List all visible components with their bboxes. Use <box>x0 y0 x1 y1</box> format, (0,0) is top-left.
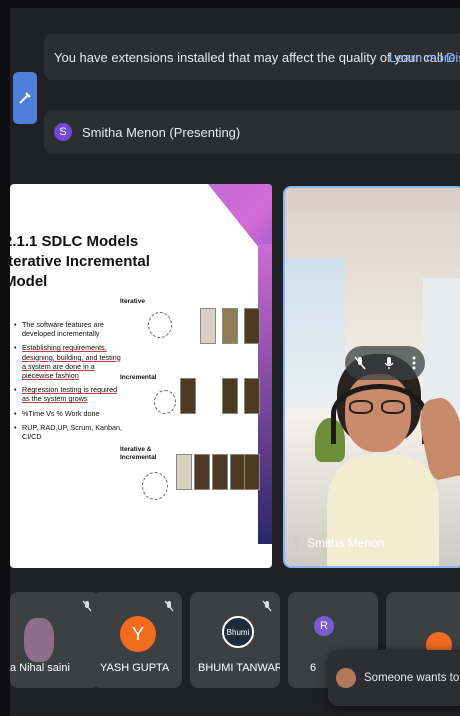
slide-bullet: The software features are developed incr… <box>14 320 124 338</box>
mona-lisa-thumb <box>244 378 260 414</box>
participant-tile[interactable]: Y YASH GUPTA <box>92 592 182 688</box>
sketch-figure <box>154 390 176 414</box>
slide-title: 2.1.1 SDLC Models Iterative Incremental … <box>10 233 150 290</box>
presenter-label: Smitha Menon (Presenting) <box>82 124 241 140</box>
presenter-video-tile[interactable]: Smitha Menon <box>283 186 460 568</box>
extensions-banner: You have extensions installed that may a… <box>44 34 460 80</box>
slide-bullet: %Time Vs % Work done <box>14 409 124 418</box>
participant-initial: Y <box>131 623 144 644</box>
mona-lisa-thumb <box>222 378 238 414</box>
mona-lisa-thumb <box>180 378 196 414</box>
presenter-avatar: S <box>54 123 72 141</box>
participant-tile[interactable]: a Nihal saini <box>10 592 100 688</box>
row-label: Iterative & Incremental <box>120 446 157 461</box>
sketch-figure <box>142 472 168 500</box>
slide-decoration-band <box>258 244 272 544</box>
requester-avatar <box>336 668 356 688</box>
participant-name: YASH GUPTA <box>100 662 170 674</box>
slide-bullet: RUP, RAD,UP, Scrum, Kanban, CI/CD <box>14 423 124 441</box>
join-request-toast[interactable]: Someone wants to join this <box>328 650 460 706</box>
participant-name: a Nihal saini <box>10 662 70 674</box>
participant-name: BHUMI TANWAR <box>198 662 280 674</box>
row-label: Incremental <box>120 374 157 381</box>
slide-bullet: Regression testing is required as the sy… <box>14 385 124 403</box>
slide-diagram: Iterative Incremental Iterative & Increm… <box>120 294 260 524</box>
mona-lisa-thumb <box>244 454 260 490</box>
more-vert-icon[interactable] <box>412 356 416 370</box>
join-request-text: Someone wants to join this <box>364 672 460 684</box>
video-name: Smitha Menon <box>307 536 385 550</box>
slide-bullets: The software features are developed incr… <box>14 320 124 446</box>
sketch-figure <box>148 312 172 338</box>
mic-off-icon <box>82 600 92 612</box>
pen-icon <box>19 92 31 104</box>
mona-lisa-thumb <box>194 454 210 490</box>
mic-icon[interactable] <box>383 356 395 370</box>
participant-tile[interactable]: Bhumi BHUMI TANWAR <box>190 592 280 688</box>
presented-slide: 2.1.1 SDLC Models Iterative Incremental … <box>10 184 272 568</box>
extensions-banner-text: You have extensions installed that may a… <box>54 49 443 65</box>
meet-window: You have extensions installed that may a… <box>10 8 460 716</box>
mona-lisa-thumb <box>176 454 192 490</box>
participant-photo <box>24 618 54 662</box>
mic-off-icon <box>164 600 174 612</box>
mona-lisa-thumb <box>212 454 228 490</box>
video-name-label: Smitha Menon <box>293 536 384 550</box>
participant-name: 6 <box>310 662 317 674</box>
mona-lisa-thumb <box>244 308 260 344</box>
row-label: Iterative <box>120 298 145 305</box>
dismiss-link[interactable]: Dis <box>446 50 460 65</box>
participant-avatar: Bhumi <box>222 616 254 648</box>
slide-bullet: Establishing requirements, designing, bu… <box>14 343 124 380</box>
video-tile-controls <box>345 346 425 380</box>
mic-off-icon[interactable] <box>354 356 366 370</box>
participant-avatar-text: Bhumi <box>226 627 250 637</box>
participant-avatar: R <box>314 616 334 636</box>
side-tool-button[interactable] <box>13 72 37 124</box>
mona-lisa-thumb <box>200 308 216 344</box>
presenter-bar[interactable]: S Smitha Menon (Presenting) <box>44 110 460 154</box>
participant-avatar: Y <box>120 616 156 652</box>
mic-off-icon <box>262 600 272 612</box>
mona-lisa-thumb <box>222 308 238 344</box>
participant-initial: R <box>320 620 328 632</box>
pin-icon <box>294 536 300 550</box>
